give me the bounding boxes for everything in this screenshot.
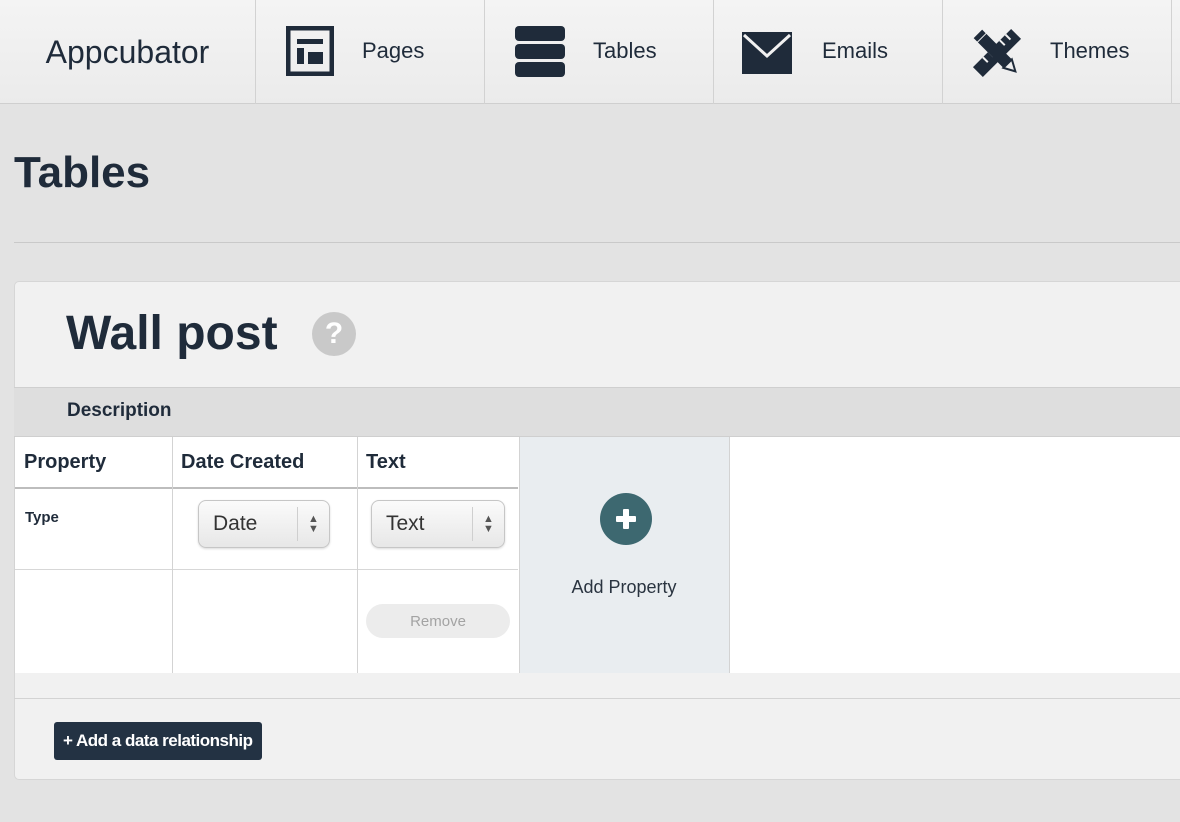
- top-nav: Appcubator Pages Tables Emails Themes: [0, 0, 1180, 104]
- tab-emails-label: Emails: [822, 38, 889, 63]
- description-bar[interactable]: Description: [14, 387, 1180, 437]
- table-name[interactable]: Wall post: [66, 306, 278, 361]
- column-date-created: Date Created Date ▲ ▼: [173, 437, 358, 673]
- card-divider: [14, 698, 1180, 699]
- description-label: Description: [67, 400, 172, 421]
- add-property-label: Add Property: [571, 577, 677, 597]
- type-select-date-value: Date: [213, 512, 258, 535]
- select-arrows-icon: ▲ ▼: [472, 507, 504, 541]
- tab-pages-label: Pages: [362, 38, 425, 63]
- pages-icon: [285, 25, 335, 81]
- add-data-relationship-button[interactable]: + Add a data relationship: [54, 722, 262, 760]
- properties-grid: Property Type Date Created Date ▲ ▼ Text …: [14, 437, 1180, 673]
- type-select-text-value: Text: [386, 512, 425, 535]
- tab-themes-label: Themes: [1050, 38, 1130, 63]
- plus-circle-icon: [600, 493, 652, 545]
- tab-tables[interactable]: Tables: [485, 0, 714, 104]
- tab-pages[interactable]: Pages: [256, 0, 485, 104]
- tab-tables-label: Tables: [593, 38, 657, 63]
- page-title: Tables: [14, 148, 151, 197]
- brand-logo[interactable]: Appcubator: [0, 0, 256, 104]
- column-property: Property Type: [14, 437, 173, 673]
- remove-property-button[interactable]: Remove: [366, 604, 510, 638]
- add-property-button[interactable]: Add Property: [520, 437, 730, 673]
- envelope-icon: [742, 32, 792, 79]
- column-header-property: Property: [24, 451, 107, 473]
- tab-emails[interactable]: Emails: [714, 0, 943, 104]
- type-select-text[interactable]: Text ▲ ▼: [371, 500, 505, 548]
- row-label-type: Type: [25, 509, 59, 526]
- pencil-ruler-icon: [969, 24, 1025, 87]
- tables-icon: [515, 26, 565, 83]
- column-header-date-created[interactable]: Date Created: [181, 451, 304, 474]
- tab-themes[interactable]: Themes: [943, 0, 1172, 104]
- select-arrows-icon: ▲ ▼: [297, 507, 329, 541]
- column-header-text[interactable]: Text: [366, 451, 406, 474]
- title-divider: [14, 242, 1180, 243]
- help-icon[interactable]: ?: [312, 312, 356, 356]
- type-select-date[interactable]: Date ▲ ▼: [198, 500, 330, 548]
